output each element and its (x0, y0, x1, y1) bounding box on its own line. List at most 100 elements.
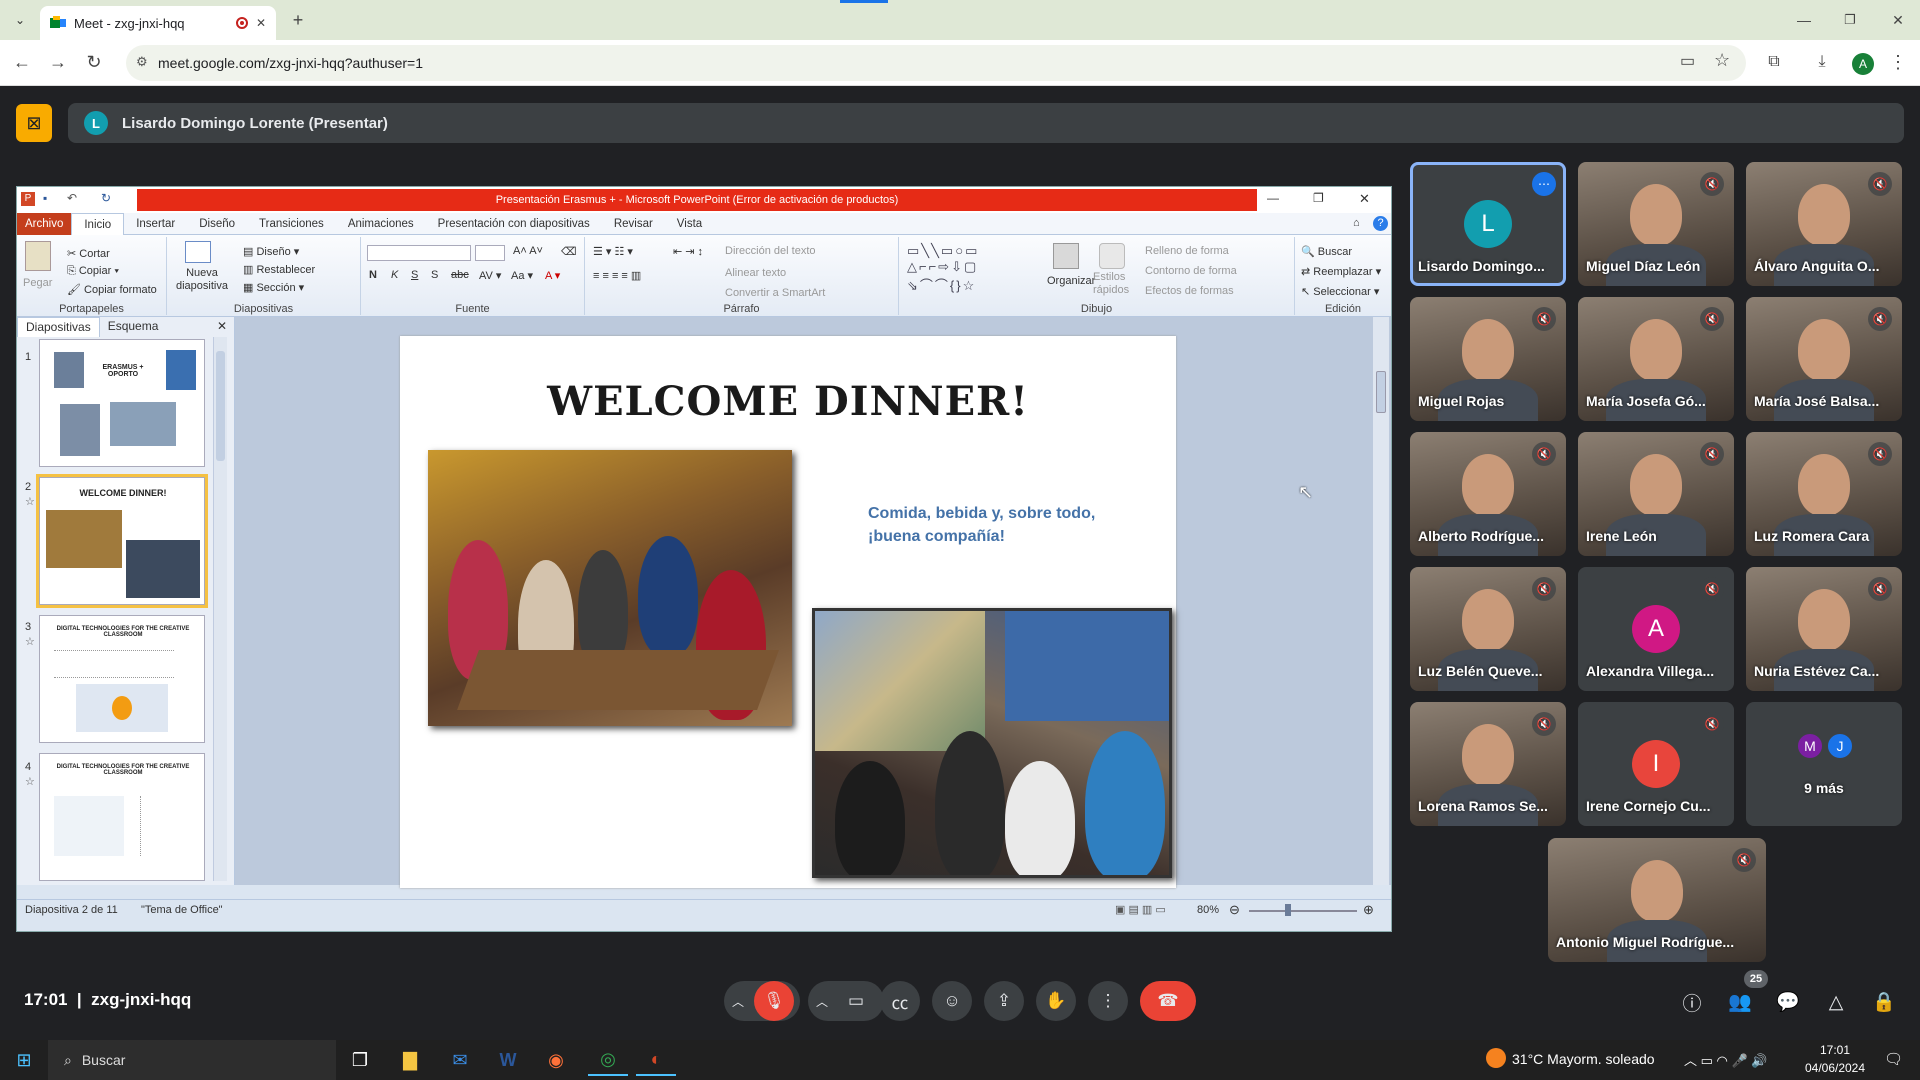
firefox-icon[interactable]: ◉ (536, 1044, 576, 1076)
ribbon-collapse-icon[interactable]: ⌂ (1353, 217, 1360, 229)
participant-tile[interactable]: 🔇 Álvaro Anguita O... (1746, 162, 1902, 286)
indent-icon[interactable]: ⇤ ⇥ ↕ (673, 245, 703, 258)
quick-styles-button[interactable]: Estilos rápidos (1093, 271, 1135, 297)
raise-hand-icon[interactable]: ✋ (1036, 981, 1076, 1021)
download-icon[interactable]: ⤓ (1808, 48, 1836, 76)
clear-format-icon[interactable]: ⌫ (561, 245, 577, 258)
shape-effects-button[interactable]: Efectos de formas (1145, 285, 1234, 297)
bullets-icon[interactable]: ☰ ▾ ☷ ▾ (593, 245, 633, 258)
captions-icon[interactable]: ㏄ (880, 981, 920, 1021)
back-arrow-icon[interactable]: ← (8, 48, 36, 76)
panel-close-icon[interactable]: ✕ (209, 317, 235, 337)
current-slide[interactable]: WELCOME DINNER! Comida, bebida y, sobre … (400, 336, 1176, 888)
new-slide-button[interactable]: Nueva diapositiva (173, 267, 231, 293)
arrange-button[interactable]: Organizar (1047, 275, 1095, 287)
zoom-out-icon[interactable]: ⊖ (1229, 902, 1240, 918)
forward-arrow-icon[interactable]: → (44, 48, 72, 76)
mic-options-button[interactable]: ︿ 🎙 (724, 981, 800, 1021)
taskbar-search[interactable]: ⌕ Buscar (48, 1040, 336, 1080)
align-text-button[interactable]: Alinear texto (725, 267, 786, 279)
grow-font-icon[interactable]: A˄ A˅ (513, 245, 543, 257)
word-icon[interactable]: W (488, 1044, 528, 1076)
participant-tile[interactable]: 🔇 María Josefa Gó... (1578, 297, 1734, 421)
find-button[interactable]: 🔍 Buscar (1301, 245, 1352, 258)
camera-options-button[interactable]: ︿ ▭ (808, 981, 884, 1021)
select-button[interactable]: ↖ Seleccionar ▾ (1301, 285, 1379, 298)
tab-diseno[interactable]: Diseño (187, 218, 247, 230)
section-button[interactable]: ▦ Sección ▾ (243, 281, 304, 294)
zoom-level[interactable]: 80% (1197, 904, 1219, 916)
weather-text[interactable]: 31°C Mayorm. soleado (1512, 1051, 1655, 1067)
shapes-gallery[interactable]: ▭╲╲▭○▭ △⌐⌐⇨⇩▢ ⇘⌒⌒{}☆ (907, 243, 979, 294)
chat-icon[interactable]: 💬 (1772, 986, 1804, 1018)
replace-button[interactable]: ⇄ Reemplazar ▾ (1301, 265, 1381, 278)
shadow-icon[interactable]: S (431, 269, 438, 281)
spacing-icon[interactable]: AV ▾ (479, 269, 501, 282)
new-tab-button[interactable]: + (284, 6, 312, 34)
align-icons[interactable]: ≡ ≡ ≡ ≡ ▥ (593, 269, 641, 282)
reload-icon[interactable]: ↻ (80, 48, 108, 76)
taskbar-date[interactable]: 04/06/2024 (1800, 1061, 1870, 1075)
slide-thumbnail-3[interactable]: DIGITAL TECHNOLOGIES FOR THE CREATIVE CL… (39, 615, 205, 743)
participant-tile[interactable]: 🔇 Irene León (1578, 432, 1734, 556)
mail-icon[interactable]: ✉ (440, 1044, 480, 1076)
zoom-slider-thumb[interactable] (1285, 904, 1291, 916)
profile-avatar[interactable]: A (1852, 53, 1874, 75)
strike-icon[interactable]: abc (451, 269, 469, 281)
tab-vista[interactable]: Vista (665, 218, 714, 230)
tab-animaciones[interactable]: Animaciones (336, 218, 426, 230)
meeting-info-icon[interactable]: ⓘ (1676, 986, 1708, 1018)
restore-icon[interactable]: ❐ (1836, 6, 1864, 34)
slide-thumbnail-4[interactable]: DIGITAL TECHNOLOGIES FOR THE CREATIVE CL… (39, 753, 205, 881)
participant-tile[interactable]: 🔇 Alberto Rodrígue... (1410, 432, 1566, 556)
task-view-icon[interactable]: ❐ (340, 1044, 380, 1076)
participant-tile[interactable]: 🔇 Miguel Rojas (1410, 297, 1566, 421)
tab-revisar[interactable]: Revisar (602, 218, 665, 230)
participant-tile[interactable]: 🔇 Luz Romera Cara (1746, 432, 1902, 556)
tab-search-icon[interactable]: ⌄ (6, 6, 34, 34)
slide-scrollbar[interactable] (1373, 317, 1389, 885)
tab-diapositivas[interactable]: Diapositivas (17, 317, 100, 337)
activities-icon[interactable]: △ (1820, 986, 1852, 1018)
zoom-in-icon[interactable]: ⊕ (1363, 902, 1374, 918)
slide-thumbnail-1[interactable]: ERASMUS + OPORTO (39, 339, 205, 467)
chevron-up-icon[interactable]: ︿ (816, 993, 828, 1010)
underline-icon[interactable]: S (411, 269, 418, 281)
window-close-icon[interactable]: ✕ (1884, 6, 1912, 34)
italic-icon[interactable]: K (391, 269, 398, 281)
bookmark-star-icon[interactable]: ☆ (1714, 50, 1730, 71)
text-direction-button[interactable]: Dirección del texto (725, 245, 816, 257)
powerpoint-taskbar-icon[interactable]: ◐ (636, 1044, 676, 1076)
windows-start-icon[interactable]: ⊞ (4, 1044, 44, 1076)
minimize-icon[interactable]: — (1790, 6, 1818, 34)
stop-presenting-icon[interactable]: ⊠ (16, 104, 52, 142)
participant-tile[interactable]: 🔇 Nuria Estévez Ca... (1746, 567, 1902, 691)
participant-tile[interactable]: 🔇 Luz Belén Queve... (1410, 567, 1566, 691)
view-buttons[interactable]: ▣ ▤ ▥ ▭ (1115, 903, 1166, 916)
tab-transiciones[interactable]: Transiciones (247, 218, 336, 230)
zoom-slider[interactable] (1249, 910, 1357, 912)
mic-muted-icon[interactable]: 🎙 (754, 981, 794, 1021)
scroll-thumb[interactable] (216, 351, 225, 461)
participant-tile[interactable]: I 🔇 Irene Cornejo Cu... (1578, 702, 1734, 826)
chrome-menu-icon[interactable]: ⋮ (1884, 48, 1912, 76)
video-camera-icon[interactable]: ▭ (848, 991, 864, 1011)
save-icon[interactable]: ▪ (43, 191, 47, 205)
copy-button[interactable]: ⎘ Copiar ▾ (67, 265, 119, 278)
participant-tile[interactable]: 🔇 Miguel Díaz León (1578, 162, 1734, 286)
chrome-icon[interactable]: ◎ (588, 1044, 628, 1076)
participant-tile[interactable]: L ⋯ Lisardo Domingo... (1410, 162, 1566, 286)
help-icon[interactable]: ? (1373, 216, 1388, 231)
shape-outline-button[interactable]: Contorno de forma (1145, 265, 1237, 277)
layout-button[interactable]: ▤ Diseño ▾ (243, 245, 299, 258)
tab-esquema[interactable]: Esquema (100, 317, 167, 337)
taskbar-clock[interactable]: 17:01 (1806, 1043, 1864, 1057)
case-icon[interactable]: Aa ▾ (511, 269, 533, 282)
extensions-icon[interactable]: ⧉ (1760, 48, 1788, 76)
tab-inicio[interactable]: Inicio (71, 212, 125, 235)
people-icon[interactable]: 👥 (1724, 986, 1756, 1018)
tab-insertar[interactable]: Insertar (124, 218, 187, 230)
slide-thumbnail-2[interactable]: WELCOME DINNER! (36, 474, 208, 608)
bold-icon[interactable]: N (369, 269, 377, 281)
participant-tile[interactable]: 🔇 Lorena Ramos Se... (1410, 702, 1566, 826)
